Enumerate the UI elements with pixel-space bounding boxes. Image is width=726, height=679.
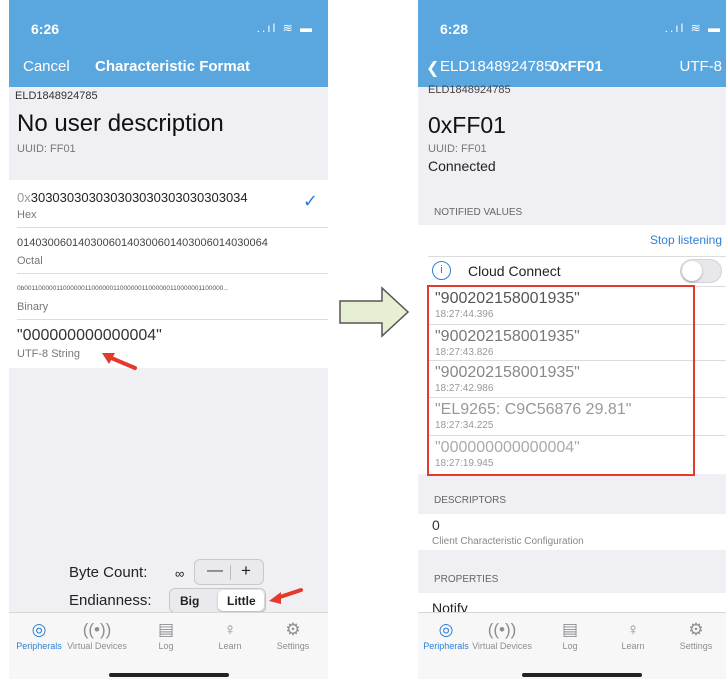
format-button[interactable]: UTF-8 bbox=[680, 58, 723, 75]
nav-bar: 6:28 ..ıl ≋ ▬ ❮ ELD1848924785 0xFF01 UTF… bbox=[418, 0, 726, 87]
octal-value: 0140300601403006014030060140300601403006… bbox=[17, 237, 268, 249]
annotation-arrow-icon bbox=[269, 588, 303, 604]
tab-virtual-devices[interactable]: ((•)) Virtual Devices bbox=[472, 619, 532, 651]
section-header: NOTIFIED VALUES bbox=[434, 207, 523, 218]
highlight-box bbox=[427, 285, 695, 476]
broadcast-icon: ((•)) bbox=[487, 620, 517, 639]
uuid-label: UUID: FF01 bbox=[17, 143, 76, 155]
tab-learn[interactable]: ♀ Learn bbox=[603, 619, 663, 651]
log-icon: ▤ bbox=[561, 620, 579, 639]
back-chevron-icon[interactable]: ❮ bbox=[426, 58, 439, 78]
tab-learn[interactable]: ♀ Learn bbox=[200, 619, 260, 651]
right-screen: 6:28 ..ıl ≋ ▬ ❮ ELD1848924785 0xFF01 UTF… bbox=[418, 0, 726, 679]
tab-bar: ◎ Peripherals ((•)) Virtual Devices ▤ Log ♀… bbox=[418, 612, 726, 679]
byte-count-stepper: — + bbox=[194, 559, 264, 585]
tab-peripherals[interactable]: ◎ Peripherals bbox=[9, 619, 69, 651]
device-name-scrolled: ELD1848924785 bbox=[428, 84, 511, 96]
status-icons: ..ıl ≋ ▬ bbox=[664, 21, 722, 35]
format-option-octal[interactable]: 0140300601403006014030060140300601403006… bbox=[9, 228, 328, 273]
cloud-connect-toggle[interactable] bbox=[680, 259, 722, 283]
tab-settings[interactable]: ⚙ Settings bbox=[666, 619, 726, 651]
user-description: No user description bbox=[17, 110, 224, 137]
big-endian-option[interactable]: Big bbox=[180, 594, 199, 608]
log-icon: ▤ bbox=[157, 620, 175, 639]
lightbulb-icon: ♀ bbox=[223, 620, 237, 639]
format-option-binary[interactable]: 0b00110000011000000110000001100000011000… bbox=[9, 274, 328, 319]
tab-peripherals[interactable]: ◎ Peripherals bbox=[418, 619, 476, 651]
format-label: Hex bbox=[17, 209, 37, 221]
cancel-button[interactable]: Cancel bbox=[23, 58, 70, 75]
home-indicator bbox=[109, 673, 229, 677]
format-label: Binary bbox=[17, 301, 49, 313]
status-icons: ..ıl ≋ ▬ bbox=[256, 21, 314, 35]
format-label: Octal bbox=[17, 255, 43, 267]
byte-count-value: ∞ bbox=[175, 566, 185, 581]
annotation-arrow-icon bbox=[102, 353, 137, 370]
page-title: Characteristic Format bbox=[95, 58, 251, 75]
characteristic-name: 0xFF01 bbox=[428, 112, 506, 138]
endianness-segmented-control: Big Little bbox=[169, 588, 266, 613]
binary-value: 0b00110000011000000110000001100000011000… bbox=[17, 285, 229, 292]
section-header: PROPERTIES bbox=[434, 574, 499, 585]
format-option-hex[interactable]: 0x303030303030303030303030303034 Hex ✓ bbox=[9, 180, 328, 227]
tab-log[interactable]: ▤ Log bbox=[540, 619, 600, 651]
byte-count-label: Byte Count: bbox=[69, 564, 148, 581]
increment-button[interactable]: + bbox=[241, 561, 251, 581]
gear-icon: ⚙ bbox=[688, 620, 704, 639]
descriptor-label: Client Characteristic Configuration bbox=[432, 536, 584, 547]
nav-bar: 6:26 ..ıl ≋ ▬ Cancel Characteristic Form… bbox=[9, 0, 328, 87]
home-indicator bbox=[522, 673, 642, 677]
transition-arrow-icon bbox=[339, 286, 410, 338]
left-screen: 6:26 ..ıl ≋ ▬ Cancel Characteristic Form… bbox=[9, 0, 328, 679]
gear-icon: ⚙ bbox=[285, 620, 301, 639]
connection-status: Connected bbox=[428, 158, 496, 174]
info-icon[interactable]: i bbox=[432, 261, 451, 280]
page-title: 0xFF01 bbox=[551, 58, 603, 75]
stop-listening-button[interactable]: Stop listening bbox=[650, 233, 722, 247]
section-header: DESCRIPTORS bbox=[434, 495, 507, 506]
descriptor-row[interactable]: 0 Client Characteristic Configuration bbox=[418, 514, 726, 550]
decrement-button[interactable]: — bbox=[207, 562, 223, 580]
broadcast-icon: ((•)) bbox=[82, 620, 112, 639]
back-button[interactable]: ELD1848924785 bbox=[440, 58, 553, 75]
utf8-value: "000000000000004" bbox=[17, 327, 162, 344]
tab-settings[interactable]: ⚙ Settings bbox=[263, 619, 323, 651]
cloud-connect-label: Cloud Connect bbox=[468, 263, 561, 279]
descriptor-value: 0 bbox=[432, 517, 440, 533]
lightbulb-icon: ♀ bbox=[626, 620, 640, 639]
radar-icon: ◎ bbox=[438, 620, 454, 639]
status-time: 6:28 bbox=[440, 21, 469, 37]
hex-value: 303030303030303030303030303034 bbox=[30, 190, 248, 205]
tab-log[interactable]: ▤ Log bbox=[136, 619, 196, 651]
format-label: UTF-8 String bbox=[17, 348, 80, 360]
format-list: 0x303030303030303030303030303034 Hex ✓ 0… bbox=[9, 180, 328, 368]
endianness-label: Endianness: bbox=[69, 592, 152, 609]
status-time: 6:26 bbox=[31, 21, 60, 37]
radar-icon: ◎ bbox=[31, 620, 47, 639]
checkmark-icon: ✓ bbox=[302, 191, 318, 211]
tab-bar: ◎ Peripherals ((•)) Virtual Devices ▤ Log ♀… bbox=[9, 612, 328, 679]
tab-virtual-devices[interactable]: ((•)) Virtual Devices bbox=[67, 619, 127, 651]
property-row: Notify bbox=[418, 593, 726, 616]
format-option-utf8[interactable]: "000000000000004" UTF-8 String bbox=[9, 320, 328, 368]
little-endian-option[interactable]: Little bbox=[218, 590, 264, 611]
uuid-label: UUID: FF01 bbox=[428, 143, 487, 155]
device-name: ELD1848924785 bbox=[15, 90, 98, 102]
hex-prefix: 0x bbox=[17, 190, 31, 205]
